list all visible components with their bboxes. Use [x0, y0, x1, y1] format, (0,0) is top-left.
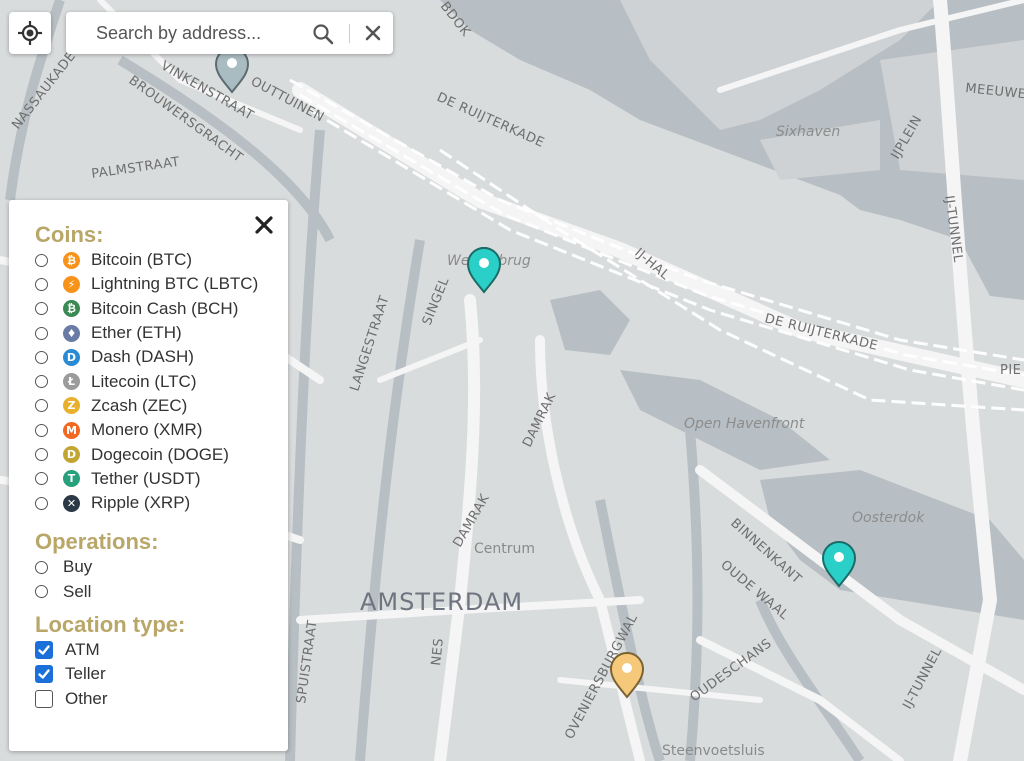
coin-label: Dogecoin (DOGE): [91, 444, 229, 464]
coin-option-dogecoin[interactable]: D Dogecoin (DOGE): [35, 442, 288, 466]
coin-option-dash[interactable]: D Dash (DASH): [35, 345, 288, 369]
coin-label: Bitcoin Cash (BCH): [91, 298, 239, 318]
litecoin-icon: Ł: [63, 373, 80, 391]
crosshair-icon: [18, 21, 42, 45]
bitcoin-cash-icon: ₿: [63, 300, 80, 318]
coin-label: Litecoin (LTC): [91, 371, 197, 391]
coin-label: Dash (DASH): [91, 347, 194, 367]
checkmark-icon: [38, 669, 50, 679]
location-label: Other: [65, 688, 108, 708]
operation-label: Buy: [63, 557, 93, 577]
coin-label: Tether (USDT): [91, 468, 201, 488]
coin-option-bitcoin-cash[interactable]: ₿ Bitcoin Cash (BCH): [35, 297, 288, 321]
lightning-icon: ⚡: [63, 275, 80, 293]
operations-title: Operations:: [35, 529, 159, 555]
locate-button[interactable]: [9, 12, 51, 54]
street-label-pie: PIE: [1000, 363, 1021, 378]
operation-radio[interactable]: [35, 560, 48, 574]
coin-radio[interactable]: [35, 350, 48, 364]
city-label-amsterdam: AMSTERDAM: [360, 588, 523, 616]
close-icon[interactable]: [364, 24, 382, 42]
location-checkbox[interactable]: [35, 689, 53, 708]
panel-close-icon[interactable]: [254, 215, 274, 235]
coin-list: ₿ Bitcoin (BTC) ⚡ Lightning BTC (LBTC) ₿ Bitc…: [35, 248, 288, 515]
district-label-open-havenfront: Open Havenfront: [684, 416, 805, 432]
coin-label: Zcash (ZEC): [91, 395, 188, 415]
coin-option-zcash[interactable]: Z Zcash (ZEC): [35, 394, 288, 418]
dash-icon: D: [63, 348, 80, 366]
coin-option-ether[interactable]: ♦ Ether (ETH): [35, 321, 288, 345]
coin-label: Ether (ETH): [91, 323, 182, 343]
coin-option-ripple[interactable]: ✕ Ripple (XRP): [35, 491, 288, 515]
coin-radio[interactable]: [35, 326, 48, 340]
location-label: ATM: [65, 640, 100, 659]
zcash-icon: Z: [63, 397, 80, 415]
district-label-centrum: Centrum: [474, 541, 535, 557]
coin-radio[interactable]: [35, 277, 48, 291]
coin-radio[interactable]: [35, 253, 48, 267]
bitcoin-icon: ₿: [63, 251, 80, 269]
coin-radio[interactable]: [35, 448, 48, 462]
coin-radio[interactable]: [35, 399, 48, 413]
coin-radio[interactable]: [35, 302, 48, 316]
coin-label: Bitcoin (BTC): [91, 250, 193, 270]
street-label-nes: NES: [429, 637, 447, 666]
dogecoin-icon: D: [63, 446, 80, 464]
filter-panel: Coins: ₿ Bitcoin (BTC) ⚡ Lightning BTC (LBT…: [9, 200, 288, 751]
operation-option-buy[interactable]: Buy: [35, 555, 288, 579]
location-checkbox[interactable]: [35, 665, 53, 684]
location-option-teller[interactable]: Teller: [35, 662, 288, 686]
location-checkbox[interactable]: [35, 641, 53, 659]
coin-radio[interactable]: [35, 472, 48, 486]
district-label-oosterdok: Oosterdok: [852, 510, 925, 526]
district-label-sixhaven: Sixhaven: [776, 124, 840, 140]
operation-list: Buy Sell: [35, 555, 288, 604]
search-icon[interactable]: [312, 23, 334, 45]
location-type-list: ATM Teller Other: [35, 638, 288, 711]
location-option-other[interactable]: Other: [35, 686, 288, 710]
coin-label: Monero (XMR): [91, 420, 203, 440]
coin-option-monero[interactable]: M Monero (XMR): [35, 418, 288, 442]
coins-title: Coins:: [35, 222, 104, 247]
coin-radio[interactable]: [35, 496, 48, 510]
coin-option-lightning-btc[interactable]: ⚡ Lightning BTC (LBTC): [35, 272, 288, 296]
ether-icon: ♦: [63, 324, 80, 342]
ripple-icon: ✕: [63, 494, 80, 512]
operation-label: Sell: [63, 581, 92, 601]
checkmark-icon: [38, 645, 50, 655]
district-label-steenvoetsluis: Steenvoetsluis: [662, 743, 765, 759]
search-bar: [66, 12, 393, 54]
search-input[interactable]: [94, 21, 306, 45]
coin-label: Lightning BTC (LBTC): [91, 274, 259, 294]
coin-radio[interactable]: [35, 375, 48, 389]
tether-icon: T: [63, 470, 80, 488]
coin-radio[interactable]: [35, 423, 48, 437]
coin-option-litecoin[interactable]: Ł Litecoin (LTC): [35, 369, 288, 393]
search-divider: [349, 24, 350, 43]
monero-icon: M: [63, 421, 80, 439]
location-label: Teller: [65, 664, 106, 684]
coin-label: Ripple (XRP): [91, 493, 191, 513]
location-type-title: Location type:: [35, 611, 186, 637]
operation-radio[interactable]: [35, 585, 48, 599]
coin-option-tether[interactable]: T Tether (USDT): [35, 467, 288, 491]
location-option-atm[interactable]: ATM: [35, 638, 288, 662]
coin-option-bitcoin[interactable]: ₿ Bitcoin (BTC): [35, 248, 288, 272]
operation-option-sell[interactable]: Sell: [35, 580, 288, 604]
